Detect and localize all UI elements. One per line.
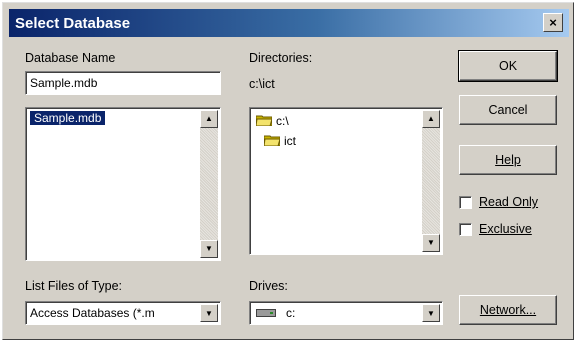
dropdown-arrow-icon[interactable]: ▼ xyxy=(422,304,440,322)
drives-select[interactable]: c: ▼ xyxy=(249,301,443,325)
exclusive-label[interactable]: Exclusive xyxy=(479,222,532,236)
database-name-value: Sample.mdb xyxy=(30,76,98,90)
directory-tree[interactable]: c:\ ict ▲ ▼ xyxy=(249,107,443,255)
network-label: Network... xyxy=(479,303,537,317)
directory-item-ict[interactable]: ict xyxy=(264,134,296,148)
directory-tree-scrollbar[interactable]: ▲ ▼ xyxy=(422,110,440,252)
dropdown-arrow-icon[interactable]: ▼ xyxy=(200,304,218,322)
directories-label: Directories: xyxy=(249,51,313,65)
scroll-down-arrow-icon[interactable]: ▼ xyxy=(422,234,440,252)
scroll-up-arrow-icon[interactable]: ▲ xyxy=(422,110,440,128)
drive-icon xyxy=(256,309,276,317)
read-only-label[interactable]: Read Only xyxy=(479,195,538,209)
title-bar[interactable]: Select Database × xyxy=(9,9,569,37)
drives-label: Drives: xyxy=(249,279,288,293)
help-button[interactable]: Help xyxy=(459,145,557,175)
file-list-item[interactable]: Sample.mdb xyxy=(30,111,106,125)
help-label: Help xyxy=(495,153,521,167)
directory-item-root[interactable]: c:\ xyxy=(256,114,289,128)
folder-icon xyxy=(256,115,272,126)
select-database-dialog: Select Database × Database Name Sample.m… xyxy=(2,2,574,340)
scroll-down-arrow-icon[interactable]: ▼ xyxy=(200,240,218,258)
window-title: Select Database xyxy=(15,15,131,32)
directory-ict-label: ict xyxy=(284,134,296,148)
network-button[interactable]: Network... xyxy=(459,295,557,325)
list-files-type-label: List Files of Type: xyxy=(25,279,123,293)
folder-icon xyxy=(264,135,280,146)
file-list[interactable]: Sample.mdb ▲ ▼ xyxy=(25,107,221,261)
file-list-scrollbar[interactable]: ▲ ▼ xyxy=(200,110,218,258)
read-only-checkbox[interactable] xyxy=(459,196,472,209)
list-files-type-value: Access Databases (*.m xyxy=(30,306,155,320)
exclusive-checkbox[interactable] xyxy=(459,223,472,236)
database-name-label: Database Name xyxy=(25,51,116,65)
close-button[interactable]: × xyxy=(543,13,563,32)
ok-button[interactable]: OK xyxy=(458,50,558,82)
scroll-up-arrow-icon[interactable]: ▲ xyxy=(200,110,218,128)
database-name-input[interactable]: Sample.mdb xyxy=(25,71,221,95)
cancel-button[interactable]: Cancel xyxy=(459,95,557,125)
current-directory-path: c:\ict xyxy=(249,77,275,91)
drives-value-wrap: c: xyxy=(256,306,295,320)
directory-root-label: c:\ xyxy=(276,114,289,128)
list-files-type-select[interactable]: Access Databases (*.m ▼ xyxy=(25,301,221,325)
drives-value: c: xyxy=(286,306,296,320)
